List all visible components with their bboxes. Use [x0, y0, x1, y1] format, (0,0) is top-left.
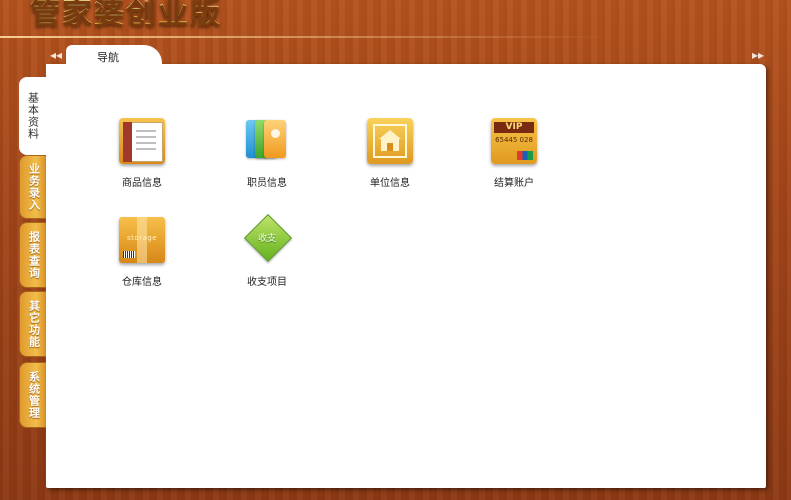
- side-tab-business-entry[interactable]: 业务录入: [19, 155, 47, 219]
- side-tab-other-functions[interactable]: 其它功能: [19, 291, 47, 357]
- side-tab-basic-info[interactable]: 基本资料: [19, 77, 46, 155]
- tile-label: 商品信息: [122, 178, 162, 189]
- settlement-account-icon: VIP 65445 028: [491, 118, 537, 164]
- tile-label: 结算账户: [494, 178, 534, 189]
- tile-label: 仓库信息: [122, 277, 162, 288]
- tile-product-info[interactable]: 商品信息: [102, 118, 182, 189]
- tile-label: 收支项目: [247, 277, 287, 288]
- tile-staff-info[interactable]: 职员信息: [227, 118, 307, 189]
- side-tab-label: 业务录入: [27, 163, 41, 211]
- collapse-right-icon[interactable]: ▸▸: [752, 48, 764, 62]
- income-expense-icon: 收支: [243, 213, 293, 263]
- unit-info-icon: [367, 118, 413, 164]
- side-tab-label: 其它功能: [27, 300, 41, 348]
- tile-warehouse-info[interactable]: storage 仓库信息: [102, 217, 182, 288]
- side-tab-label: 系统管理: [27, 371, 41, 419]
- tile-income-expense[interactable]: 收支 收支项目: [227, 213, 307, 288]
- staff-info-icon: [244, 118, 290, 164]
- side-tab-label: 报表查询: [27, 231, 41, 279]
- side-tab-report-query[interactable]: 报表查询: [19, 222, 47, 288]
- title-divider: [0, 36, 610, 38]
- collapse-left-icon[interactable]: ◂◂: [50, 48, 62, 62]
- tile-settlement-account[interactable]: VIP 65445 028 结算账户: [474, 118, 554, 189]
- tile-unit-info[interactable]: 单位信息: [350, 118, 430, 189]
- warehouse-info-icon: storage: [119, 217, 165, 263]
- nav-tab[interactable]: 导航: [66, 45, 162, 67]
- product-info-icon: [119, 118, 165, 164]
- app-title: 管家婆创业版: [30, 0, 222, 32]
- tile-label: 职员信息: [247, 178, 287, 189]
- nav-tab-label: 导航: [97, 51, 119, 64]
- tile-label: 单位信息: [370, 178, 410, 189]
- side-tab-system-management[interactable]: 系统管理: [19, 362, 47, 428]
- side-tab-label: 基本资料: [26, 92, 40, 140]
